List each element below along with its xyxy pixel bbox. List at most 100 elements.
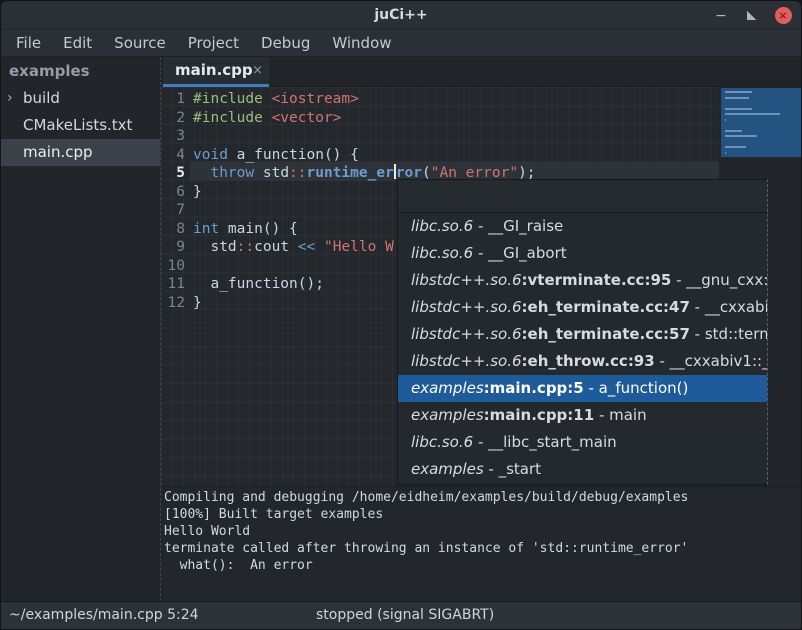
frame-function: - __libc_start_main (473, 433, 616, 451)
code-segment: cout (254, 239, 298, 255)
code-segment: a_function() { (228, 147, 359, 163)
code-segment: } (193, 295, 202, 311)
stack-frame-item[interactable]: libc.so.6 - __GI_abort (398, 240, 767, 267)
tab-label: main.cpp (175, 57, 253, 84)
menu-item-file[interactable]: File (5, 30, 52, 56)
status-debug-state: stopped (signal SIGABRT) (316, 602, 494, 629)
code-segment: #include (193, 91, 263, 107)
frame-file-line: :main.cpp:11 (484, 406, 595, 424)
frame-function: - __GI_abort (473, 244, 566, 262)
sidebar-item-build[interactable]: ›build (1, 85, 160, 112)
stack-frame-item[interactable]: libc.so.6 - __libc_start_main (398, 429, 767, 456)
stack-frame-item[interactable]: examples - _start (398, 456, 767, 483)
line-number: 4 (161, 146, 190, 165)
code-text: int main() { (190, 220, 298, 239)
stack-frame-item[interactable]: examples:main.cpp:5 - a_function() (398, 375, 767, 402)
code-text: void a_function() { (190, 146, 359, 165)
frame-function: - __gnu_cxx::__verbos (671, 271, 767, 289)
close-button[interactable]: × (771, 1, 795, 30)
terminal-line: [100%] Built target examples (164, 506, 802, 523)
stack-frame-item[interactable]: examples:main.cpp:11 - main (398, 402, 767, 429)
file-tree-panel: examples ›buildCMakeLists.txtmain.cpp (1, 57, 160, 601)
stack-frame-item[interactable]: libc.so.6 - __GI_raise (398, 213, 767, 240)
frame-function: - _start (484, 460, 541, 478)
code-text: #include <iostream> (190, 90, 359, 109)
code-text: } (190, 183, 202, 202)
restore-button[interactable] (739, 1, 763, 30)
code-editor[interactable]: 1#include <iostream>2#include <vector>34… (161, 87, 802, 486)
code-line: 2#include <vector> (161, 109, 719, 128)
frame-function: - main (594, 406, 646, 424)
line-number: 10 (161, 257, 190, 276)
minimize-button[interactable]: − (709, 1, 733, 30)
sidebar-item-cmakelists-txt[interactable]: CMakeLists.txt (1, 112, 160, 139)
line-number: 5 (161, 164, 190, 183)
expander-icon[interactable]: › (7, 85, 13, 112)
minimap-line (725, 97, 749, 99)
line-number: 3 (161, 127, 190, 146)
code-text (190, 201, 193, 220)
line-number: 7 (161, 201, 190, 220)
frame-library: examples (411, 460, 484, 478)
code-segment: :: (237, 239, 254, 255)
code-line: 1#include <iostream> (161, 90, 719, 109)
stack-frame-item[interactable]: libstdc++.so.6:vterminate.cc:95 - __gnu_… (398, 267, 767, 294)
code-segment (193, 165, 210, 181)
line-number: 11 (161, 275, 190, 294)
minimap-line (725, 135, 757, 137)
code-segment: <vector> (272, 110, 342, 126)
frame-library: libc.so.6 (411, 433, 473, 451)
code-text (190, 257, 193, 276)
frame-library: examples (411, 379, 484, 397)
file-label: CMakeLists.txt (23, 116, 132, 134)
minimap-line (725, 130, 742, 132)
window-title: juCi++ (1, 1, 801, 30)
frame-file-line: :main.cpp:5 (484, 379, 584, 397)
overview-map-viewport[interactable] (721, 88, 801, 157)
tab-main-cpp[interactable]: main.cpp × (163, 57, 269, 87)
main-area: main.cpp × 1#include <iostream>2#include… (161, 57, 802, 601)
sidebar-item-main-cpp[interactable]: main.cpp (1, 139, 160, 166)
title-bar[interactable]: juCi++ − × (1, 1, 801, 30)
terminal-line: what(): An error (164, 557, 802, 574)
frame-function: - __cxxabiv1::__tern (690, 298, 767, 316)
menu-item-debug[interactable]: Debug (250, 30, 321, 56)
frame-file-line: :eh_throw.cc:93 (522, 352, 655, 370)
stack-frame-item[interactable]: libstdc++.so.6:eh_terminate.cc:57 - std:… (398, 321, 767, 348)
code-segment: << (298, 239, 315, 255)
menu-item-source[interactable]: Source (103, 30, 177, 56)
code-text: std::cout << "Hello W (190, 238, 394, 257)
frame-library: libc.so.6 (411, 217, 473, 235)
frame-function: - __GI_raise (473, 217, 563, 235)
stack-frame-item[interactable]: libstdc++.so.6:eh_throw.cc:93 - __cxxabi… (398, 348, 767, 375)
frame-library: libstdc++.so.6 (411, 352, 522, 370)
code-segment: main() { (219, 221, 298, 237)
tab-bar: main.cpp × (161, 57, 802, 87)
minimap-line (725, 108, 752, 110)
code-segment: throw (210, 165, 254, 181)
code-segment: "Hello W (324, 239, 394, 255)
menu-item-project[interactable]: Project (177, 30, 250, 56)
code-text (190, 127, 193, 146)
code-segment: void (193, 147, 228, 163)
menu-item-edit[interactable]: Edit (52, 30, 103, 56)
frame-library: libstdc++.so.6 (411, 298, 522, 316)
stack-frame-item[interactable]: libstdc++.so.6:eh_terminate.cc:47 - __cx… (398, 294, 767, 321)
line-number: 1 (161, 90, 190, 109)
line-number: 8 (161, 220, 190, 239)
minimap-line (725, 119, 726, 121)
code-segment: int (193, 221, 219, 237)
tab-close-icon[interactable]: × (252, 57, 263, 84)
code-segment: std (254, 165, 289, 181)
code-segment (315, 239, 324, 255)
code-segment: <iostream> (272, 91, 359, 107)
terminal-line: Compiling and debugging /home/eidheim/ex… (164, 489, 802, 506)
code-line: 3 (161, 127, 719, 146)
terminal-output[interactable]: Compiling and debugging /home/eidheim/ex… (161, 486, 802, 603)
frame-library: libc.so.6 (411, 244, 473, 262)
menu-item-window[interactable]: Window (321, 30, 402, 56)
stack-search-box[interactable] (398, 180, 767, 213)
file-tree-list: ›build CMakeLists.txt main.cpp (1, 85, 160, 166)
code-segment: #include (193, 110, 263, 126)
restore-icon (747, 11, 756, 20)
